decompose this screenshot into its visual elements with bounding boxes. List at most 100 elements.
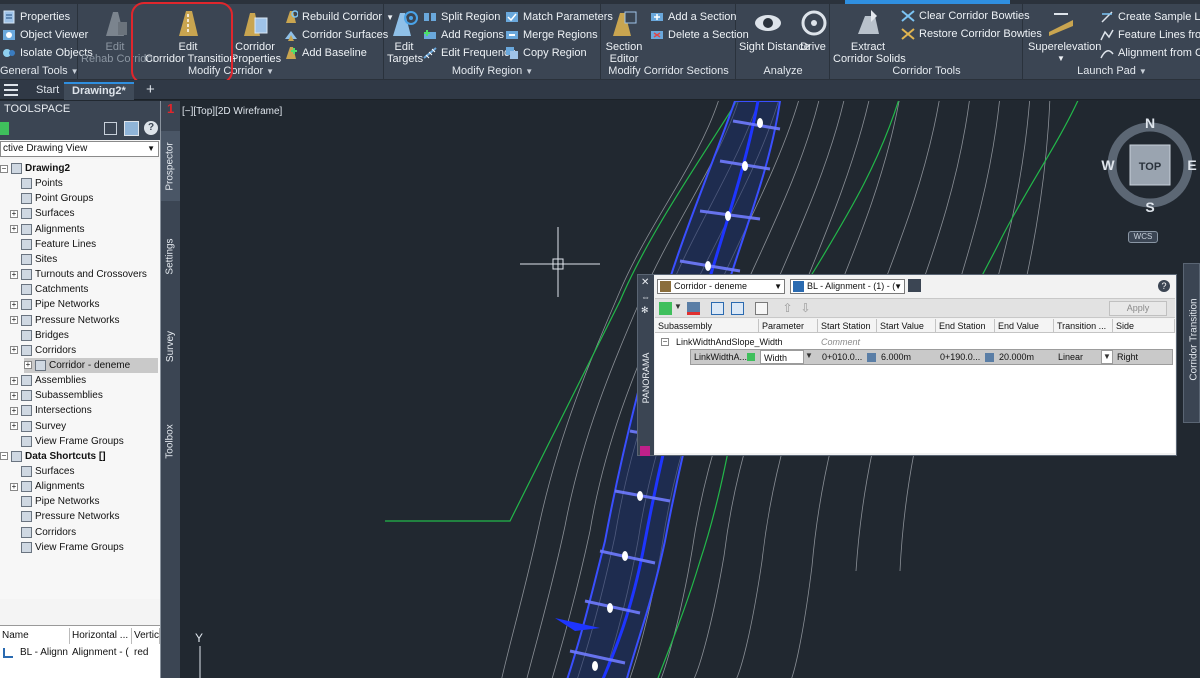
row-start-value[interactable]: 6.000m xyxy=(878,350,937,364)
general-tools-title[interactable]: General Tools ▼ xyxy=(0,65,79,79)
add-section-button[interactable]: Add a Section xyxy=(650,8,737,26)
pick-station-icon[interactable] xyxy=(867,353,876,362)
export-icon[interactable] xyxy=(731,302,744,315)
chevron-down-icon[interactable]: ▼ xyxy=(1101,350,1113,364)
corridor-surfaces-button[interactable]: Corridor Surfaces xyxy=(284,26,388,44)
expand-icon[interactable]: − xyxy=(0,164,8,173)
expand-icon[interactable]: + xyxy=(10,346,18,355)
tree-item[interactable]: Bridges xyxy=(10,328,69,343)
feature-lines-from-button[interactable]: Feature Lines from C xyxy=(1100,26,1200,44)
table-header-horizontal[interactable]: Horizontal ... xyxy=(70,628,132,644)
tree-item[interactable]: + Turnouts and Crossovers xyxy=(10,267,147,282)
section-editor-button[interactable]: Section Editor xyxy=(604,8,644,65)
tree-item[interactable]: − Drawing2 xyxy=(0,161,70,176)
compass-east[interactable]: E xyxy=(1187,157,1196,173)
col-subassembly[interactable]: Subassembly xyxy=(655,319,759,333)
expand-icon[interactable]: + xyxy=(10,391,18,400)
tree-item[interactable]: Surfaces xyxy=(10,464,74,479)
col-end-value[interactable]: End Value xyxy=(995,319,1054,333)
clear-bowties-button[interactable]: Clear Corridor Bowties xyxy=(901,7,1030,25)
wcs-button[interactable]: WCS xyxy=(1128,231,1158,243)
add-transition-icon[interactable] xyxy=(659,302,672,315)
expand-icon[interactable]: − xyxy=(0,452,8,461)
expand-icon[interactable]: + xyxy=(10,300,18,309)
row-transition[interactable]: Linear xyxy=(1055,350,1103,364)
row-side[interactable]: Right xyxy=(1114,350,1172,364)
table-row-name[interactable]: BL - Alignn xyxy=(18,646,70,660)
superelevation-button[interactable]: Superelevation ▼ xyxy=(1028,8,1101,65)
properties-button[interactable]: Properties xyxy=(2,8,70,26)
chevron-down-icon[interactable]: ▼ xyxy=(805,351,813,360)
tree-item[interactable]: + Subassemblies xyxy=(10,388,103,403)
tab-survey[interactable]: Survey xyxy=(161,311,180,381)
tree-item[interactable]: + Corridors xyxy=(10,343,76,358)
compass-north[interactable]: N xyxy=(1145,115,1155,131)
col-parameter[interactable]: Parameter xyxy=(759,319,818,333)
drive-button[interactable]: Drive xyxy=(799,8,827,53)
compass-west[interactable]: W xyxy=(1101,157,1115,173)
tree-item[interactable]: Corridors xyxy=(10,525,76,540)
tree-item[interactable]: − Data Shortcuts [] xyxy=(0,449,106,464)
tree-item[interactable]: + Corridor - deneme xyxy=(24,357,158,373)
restore-bowties-button[interactable]: Restore Corridor Bowties xyxy=(901,25,1042,43)
panorama-tab-icon[interactable] xyxy=(640,446,650,456)
corridor-select-dropdown[interactable]: Corridor - deneme ▼ xyxy=(657,279,785,294)
tree-item[interactable]: + Pipe Networks xyxy=(10,297,99,312)
tree-item[interactable]: Sites xyxy=(10,252,57,267)
expand-icon[interactable]: + xyxy=(10,482,18,491)
help-icon[interactable]: ? xyxy=(1158,280,1170,292)
tree-item[interactable]: Pressure Networks xyxy=(10,509,119,524)
extract-corridor-solids-button[interactable]: Extract Corridor Solids xyxy=(833,8,906,65)
tree-item[interactable]: + Survey xyxy=(10,419,66,434)
row-end-station[interactable]: 0+190.0... xyxy=(937,350,985,364)
apply-button[interactable]: Apply xyxy=(1109,301,1167,316)
tree-item[interactable]: Points xyxy=(10,176,63,191)
move-down-icon[interactable]: ⇩ xyxy=(799,302,812,315)
view-selector-dropdown[interactable]: ctive Drawing View ▼ xyxy=(0,141,159,157)
table-row-vertical[interactable]: red xyxy=(132,646,160,660)
tree-item[interactable]: Point Groups xyxy=(10,191,93,206)
expand-icon[interactable]: + xyxy=(10,270,18,279)
expand-icon[interactable]: + xyxy=(10,316,18,324)
add-regions-button[interactable]: Add Regions xyxy=(423,26,504,44)
col-start-station[interactable]: Start Station xyxy=(818,319,877,333)
col-transition[interactable]: Transition ... xyxy=(1054,319,1113,333)
baseline-select-dropdown[interactable]: BL - Alignment - (1) - (▼ xyxy=(790,279,905,294)
group-row-subassembly[interactable]: LinkWidthAndSlope_Width xyxy=(673,335,818,349)
pick-baseline-icon[interactable] xyxy=(908,279,921,292)
toolspace-list-icon[interactable] xyxy=(124,121,139,136)
close-icon[interactable]: ✕ xyxy=(641,277,649,288)
expand-icon[interactable]: + xyxy=(10,209,18,218)
edit-frequency-button[interactable]: Edit Frequency xyxy=(423,44,515,62)
table-header-vertical[interactable]: Vertica xyxy=(132,628,160,644)
tab-start[interactable]: Start xyxy=(28,82,67,100)
split-region-button[interactable]: Split Region xyxy=(423,8,500,26)
alignment-from-button[interactable]: Alignment from Cor xyxy=(1100,44,1200,62)
row-subassembly[interactable]: LinkWidthA... xyxy=(691,350,749,364)
tree-item[interactable]: Feature Lines xyxy=(10,237,96,252)
tree-item[interactable]: View Frame Groups xyxy=(10,540,124,555)
expand-icon[interactable]: + xyxy=(10,406,18,415)
toolspace-tree-icon[interactable] xyxy=(104,122,117,135)
tab-drawing[interactable]: Drawing2* xyxy=(64,82,134,100)
table-row-horizontal[interactable]: Alignment - ( xyxy=(70,646,132,660)
tree-item[interactable]: + Surfaces xyxy=(10,206,74,221)
corridor-transition-tab[interactable]: Corridor Transition xyxy=(1183,263,1200,423)
add-baseline-button[interactable]: Add Baseline xyxy=(284,44,367,62)
toolspace-help-icon[interactable]: ? xyxy=(144,121,158,135)
create-sample-lines-button[interactable]: Create Sample Lines xyxy=(1100,8,1200,26)
merge-regions-button[interactable]: Merge Regions xyxy=(505,26,598,44)
tree-item[interactable]: View Frame Groups xyxy=(10,434,124,449)
import-icon[interactable] xyxy=(711,302,724,315)
rebuild-corridor-button[interactable]: Rebuild Corridor ▼ xyxy=(284,8,394,26)
row-end-value[interactable]: 20.000m xyxy=(996,350,1055,364)
tree-item[interactable]: + Alignments xyxy=(10,222,84,237)
tree-item[interactable]: + Alignments xyxy=(10,479,84,494)
table-header-name[interactable]: Name xyxy=(0,628,70,644)
tree-item[interactable]: + Intersections xyxy=(10,403,92,418)
properties-icon[interactable]: ✻ xyxy=(641,305,649,316)
object-viewer-button[interactable]: Object Viewer xyxy=(2,26,88,44)
corridor-properties-button[interactable]: Corridor Properties xyxy=(231,8,281,65)
launch-pad-title[interactable]: Launch Pad ▼ xyxy=(1024,65,1200,79)
tab-prospector[interactable]: Prospector xyxy=(161,131,180,201)
